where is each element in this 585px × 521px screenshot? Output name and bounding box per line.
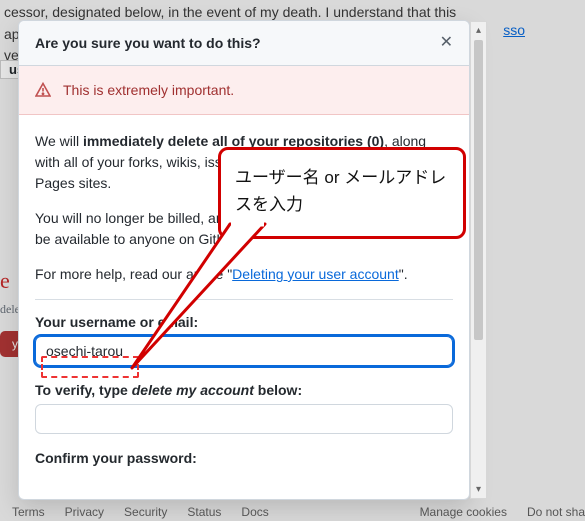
footer-link-security[interactable]: Security: [124, 505, 167, 519]
t: ".: [399, 266, 408, 282]
footer-link-status[interactable]: Status: [187, 505, 221, 519]
close-icon[interactable]: ✕: [440, 35, 453, 51]
footer-link-terms[interactable]: Terms: [12, 505, 45, 519]
annotation-callout-text: ユーザー名 or メールアドレスを入力: [235, 168, 446, 214]
t: For more help, read our article ": [35, 266, 232, 282]
footer-link-donotshare[interactable]: Do not sha: [527, 505, 585, 519]
help-article-link[interactable]: Deleting your user account: [232, 266, 399, 282]
annotation-callout: ユーザー名 or メールアドレスを入力: [218, 147, 466, 239]
verify-label: To verify, type delete my account below:: [35, 382, 453, 398]
verify-input[interactable]: [35, 404, 453, 434]
password-label: Confirm your password:: [35, 450, 453, 466]
t: below:: [254, 382, 302, 398]
scrollbar-down-icon[interactable]: ▾: [471, 481, 486, 498]
bg-line2-link[interactable]: sso: [503, 20, 525, 42]
scrollbar-thumb[interactable]: [474, 40, 483, 340]
footer-link-cookies[interactable]: Manage cookies: [420, 505, 507, 519]
t: We will: [35, 133, 83, 149]
confirm-delete-modal: ▴ ▾ Are you sure you want to do this? ✕ …: [18, 20, 470, 500]
footer-link-docs[interactable]: Docs: [241, 505, 268, 519]
site-footer: Terms Privacy Security Status Docs Manag…: [12, 505, 585, 519]
username-input[interactable]: [35, 336, 453, 366]
delete-explain-3: For more help, read our article "Deletin…: [35, 264, 453, 285]
modal-title: Are you sure you want to do this?: [35, 35, 261, 51]
scrollbar-up-icon[interactable]: ▴: [471, 22, 486, 39]
alert-triangle-icon: [35, 82, 51, 98]
warning-text: This is extremely important.: [63, 82, 234, 98]
password-field: Confirm your password:: [35, 450, 453, 466]
modal-header: Are you sure you want to do this? ✕: [19, 21, 469, 66]
footer-link-privacy[interactable]: Privacy: [65, 505, 104, 519]
t: To verify, type: [35, 382, 132, 398]
username-label: Your username or email:: [35, 314, 453, 330]
username-field: Your username or email:: [35, 314, 453, 366]
warning-banner: This is extremely important.: [19, 66, 469, 115]
divider: [35, 299, 453, 300]
verify-literal: delete my account: [132, 382, 254, 398]
verify-field: To verify, type delete my account below:: [35, 382, 453, 434]
modal-scrollbar[interactable]: ▴ ▾: [470, 21, 487, 499]
